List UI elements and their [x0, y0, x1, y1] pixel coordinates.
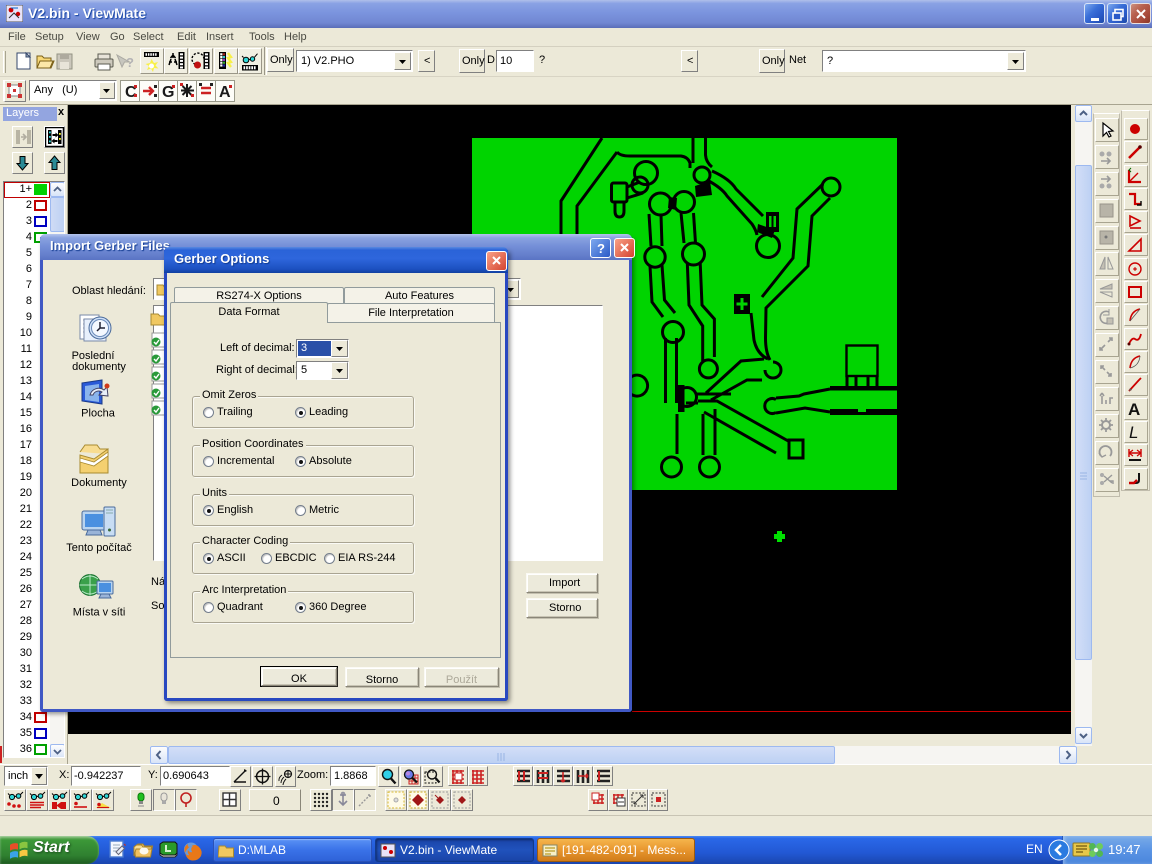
svg-text:Tento počítač: Tento počítač	[66, 542, 132, 554]
svg-text:?: ?	[126, 55, 134, 70]
svg-text:Plocha: Plocha	[81, 408, 116, 420]
svg-text:Dokumenty: Dokumenty	[71, 477, 127, 489]
svg-text:Místa v síti: Místa v síti	[73, 607, 126, 619]
svg-text:L: L	[1129, 423, 1138, 442]
svg-text:dokumenty: dokumenty	[72, 361, 126, 373]
svg-text:A: A	[1128, 400, 1140, 419]
